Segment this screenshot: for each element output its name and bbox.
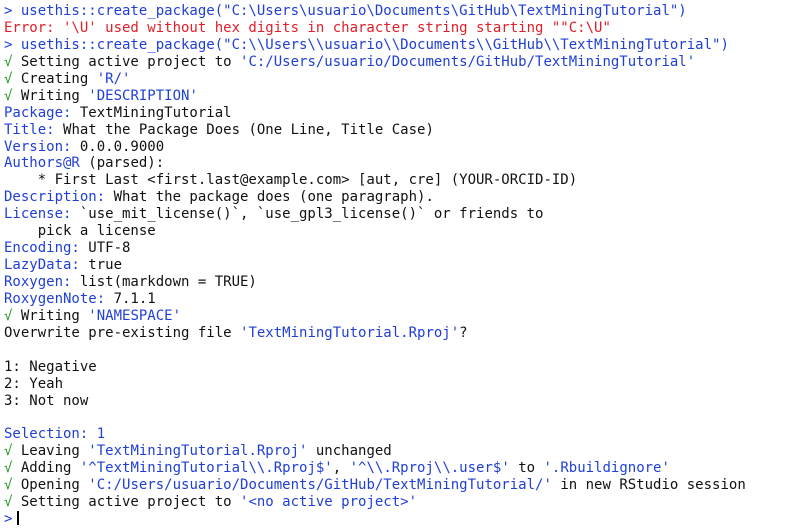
console-line: RoxygenNote: 7.1.1 <box>4 291 789 308</box>
console-text: Version: <box>4 138 80 155</box>
console-text: Package: <box>4 104 80 121</box>
console-text: Encoding: <box>4 240 89 257</box>
console-text: '^TextMiningTutorial\\.Rproj$' <box>79 460 333 477</box>
console-text: 0.0.0.9000 <box>79 138 165 155</box>
console-text: list(markdown = TRUE) <box>79 274 257 290</box>
console-text: 'TextMiningTutorial.Rproj' <box>240 324 460 341</box>
console-line: > usethis::create_package("C:\Users\usua… <box>4 3 789 20</box>
console-output: > usethis::create_package("C:\Users\usua… <box>4 3 789 511</box>
console-line: Encoding: UTF-8 <box>4 240 789 257</box>
console-line: √ Opening 'C:/Users/usuario/Documents/Gi… <box>4 477 789 494</box>
check-icon: √ <box>4 53 21 70</box>
console-text: true <box>88 257 123 274</box>
console-text: Adding <box>20 460 80 477</box>
text-cursor <box>17 511 20 526</box>
console-line: Version: 0.0.0.9000 <box>4 139 789 156</box>
console-text: Writing <box>20 307 89 324</box>
console-line: √ Leaving 'TextMiningTutorial.Rproj' unc… <box>4 443 789 460</box>
console-line: √ Setting active project to 'C:/Users/us… <box>4 54 789 71</box>
console-line: 1: Negative <box>4 359 789 376</box>
console-text: Selection: 1 <box>4 426 106 443</box>
console-text: UTF-8 <box>88 240 131 257</box>
check-icon: √ <box>4 70 21 87</box>
r-console[interactable]: > usethis::create_package("C:\Users\usua… <box>0 0 789 531</box>
console-prompt: > <box>4 511 13 528</box>
console-line: 2: Yeah <box>4 376 789 393</box>
console-text: usethis::create_package("C:\Users\usuari… <box>20 3 687 19</box>
console-line: √ Setting active project to '<no active … <box>4 494 789 511</box>
console-line: License: `use_mit_license()`, `use_gpl3_… <box>4 206 789 223</box>
console-text: Leaving <box>20 443 89 460</box>
console-text: Overwrite pre-existing file <box>4 324 241 341</box>
console-text: 7.1.1 <box>113 290 156 307</box>
console-text: in new RStudio session <box>551 477 746 494</box>
console-text: 'C:/Users/usuario/Documents/GitHub/TextM… <box>240 53 696 70</box>
console-line: Title: What the Package Does (One Line, … <box>4 122 789 139</box>
console-text: unchanged <box>307 443 392 460</box>
console-line: Selection: 1 <box>4 426 789 443</box>
console-text: Authors@R <box>4 155 89 172</box>
console-line: pick a license <box>4 223 789 240</box>
console-line: > usethis::create_package("C:\\Users\\us… <box>4 37 789 54</box>
console-text: Title: <box>4 121 64 138</box>
console-input-line[interactable]: > <box>4 511 789 528</box>
console-line: LazyData: true <box>4 257 789 274</box>
console-line: √ Writing 'NAMESPACE' <box>4 308 789 325</box>
console-text: Error: '\U' used without hex digits in c… <box>4 19 611 36</box>
console-line: Authors@R (parsed): <box>4 155 789 172</box>
check-icon: √ <box>4 443 21 460</box>
console-text: > <box>4 36 21 53</box>
console-line: √ Writing 'DESCRIPTION' <box>4 88 789 105</box>
console-text: 'TextMiningTutorial.Rproj' <box>88 443 308 460</box>
console-text: 'NAMESPACE' <box>88 307 182 324</box>
console-text: '<no active project>' <box>240 494 418 511</box>
console-text: 2: Yeah <box>4 375 64 392</box>
console-text: Writing <box>20 87 89 104</box>
console-text: Description: <box>4 189 114 206</box>
check-icon: √ <box>4 460 21 477</box>
console-text: What the package does (one paragraph). <box>113 189 434 206</box>
console-text: TextMiningTutorial <box>79 104 232 121</box>
console-text: * First Last <first.last@example.com> [a… <box>4 172 578 189</box>
console-text: RoxygenNote: <box>4 290 114 307</box>
console-text: 3: Not now <box>4 392 89 409</box>
console-line: Package: TextMiningTutorial <box>4 105 789 122</box>
console-text: usethis::create_package("C:\\Users\\usua… <box>20 36 729 53</box>
console-text: Setting active project to <box>20 494 241 511</box>
console-text: LazyData: <box>4 257 89 274</box>
console-text: '.Rbuildignore' <box>543 460 670 477</box>
console-text: Opening <box>20 477 89 494</box>
check-icon: √ <box>4 477 21 494</box>
console-text: pick a license <box>4 223 156 240</box>
check-icon: √ <box>4 307 21 324</box>
console-line: √ Creating 'R/' <box>4 71 789 88</box>
console-text: > <box>4 3 21 19</box>
console-text: Setting active project to <box>20 53 241 70</box>
console-text: `use_mit_license()`, `use_gpl3_license()… <box>79 206 544 223</box>
console-text: to <box>509 460 544 477</box>
console-line: * First Last <first.last@example.com> [a… <box>4 172 789 189</box>
console-text: '^\\.Rproj\\.user$' <box>349 460 510 477</box>
console-text: 'R/' <box>96 70 131 87</box>
console-line: √ Adding '^TextMiningTutorial\\.Rproj$',… <box>4 460 789 477</box>
console-text: 'C:/Users/usuario/Documents/GitHub/TextM… <box>88 477 552 494</box>
check-icon: √ <box>4 494 21 511</box>
console-text: License: <box>4 206 80 223</box>
check-icon: √ <box>4 87 21 104</box>
console-line: 3: Not now <box>4 393 789 410</box>
console-line: Overwrite pre-existing file 'TextMiningT… <box>4 325 789 342</box>
console-text: What the Package Does (One Line, Title C… <box>63 121 434 138</box>
console-text: Roxygen: <box>4 274 80 290</box>
console-text: , <box>332 460 350 477</box>
console-text: 'DESCRIPTION' <box>88 87 198 104</box>
console-text: Creating <box>20 70 97 87</box>
console-line: Description: What the package does (one … <box>4 189 789 206</box>
console-text: (parsed): <box>88 155 165 172</box>
console-line: Error: '\U' used without hex digits in c… <box>4 20 789 37</box>
console-line: Roxygen: list(markdown = TRUE) <box>4 274 789 291</box>
console-text: 1: Negative <box>4 358 97 375</box>
console-text: ? <box>459 324 468 341</box>
